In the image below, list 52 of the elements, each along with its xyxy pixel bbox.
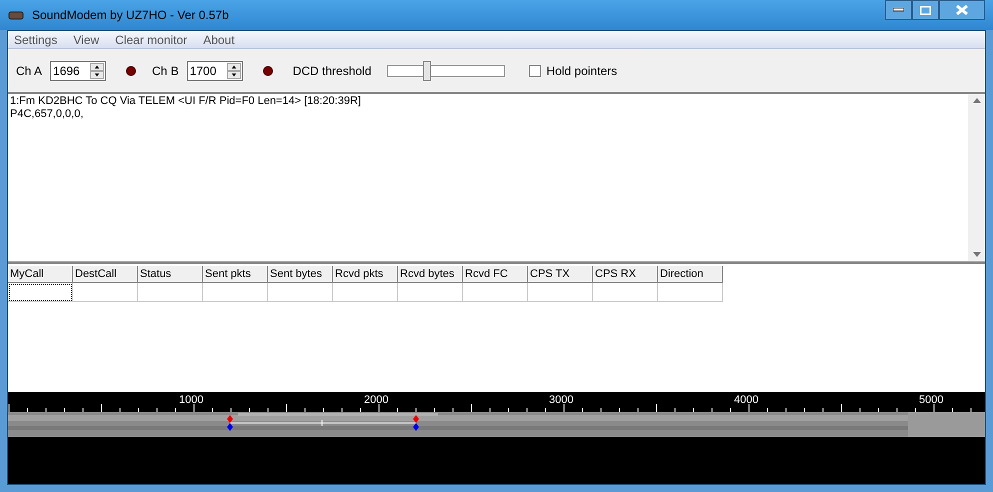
column-header[interactable]: Sent pkts [203,266,268,283]
monitor-line: 1:Fm KD2BHC To CQ Via TELEM <UI F/R Pid=F0 Len=14> [18:20:39R] [10,95,362,108]
column-header[interactable]: DestCall [73,266,138,283]
column-header[interactable]: CPS TX [528,266,593,283]
close-icon [956,5,968,15]
menu-item[interactable]: About [203,30,235,48]
minimize-button[interactable] [885,0,912,20]
column-header[interactable]: Rcvd pkts [333,266,398,283]
table-cell [398,283,463,302]
scroll-down-icon[interactable] [972,252,980,257]
frequency-label: 2000 [364,393,388,408]
minimize-icon [893,8,904,12]
table-cell [73,283,138,302]
column-header[interactable]: CPS RX [593,266,658,283]
close-button[interactable] [939,0,985,20]
column-header[interactable]: Status [138,266,203,283]
column-header[interactable]: Sent bytes [268,266,333,283]
table-cell [593,283,658,302]
frequency-label: 1000 [179,393,204,408]
table-cell [8,283,73,302]
monitor-line: P4C,657,0,0,0, [10,108,84,121]
menu-item[interactable]: Settings [14,30,58,48]
window-title: SoundModem by UZ7HO - Ver 0.57b [32,7,229,24]
status-led [126,66,136,76]
column-header[interactable]: MyCall [8,266,73,283]
table-cell [268,283,333,302]
menu-item[interactable]: View [73,30,100,48]
dcd-threshold-label: DCD threshold [292,62,372,80]
column-header[interactable]: Rcvd FC [463,266,528,283]
channel-label: Ch A [16,62,42,80]
app-icon [8,10,24,20]
table-cell [138,283,203,302]
channel-label: Ch B [152,62,179,80]
table-cell [528,283,593,302]
maximize-button[interactable] [912,0,939,20]
hold-pointers-label: Hold pointers [546,62,618,80]
status-led [262,66,273,76]
frequency-label: 3000 [549,393,574,408]
table-cell [203,283,268,302]
table-cell [333,283,398,302]
vertical-scrollbar[interactable] [968,94,985,261]
maximize-icon [920,6,931,14]
table-cell [463,283,528,302]
frequency-label: 4000 [734,393,758,408]
frequency-label: 5000 [919,393,944,408]
hold-pointers-checkbox[interactable] [529,64,542,76]
column-header[interactable]: Rcvd bytes [398,266,463,283]
menu-item[interactable]: Clear monitor [115,30,188,48]
scroll-up-icon[interactable] [972,98,980,103]
table-cell [658,283,723,302]
dcd-threshold-slider[interactable] [387,58,506,82]
column-header[interactable]: Direction [658,266,723,283]
